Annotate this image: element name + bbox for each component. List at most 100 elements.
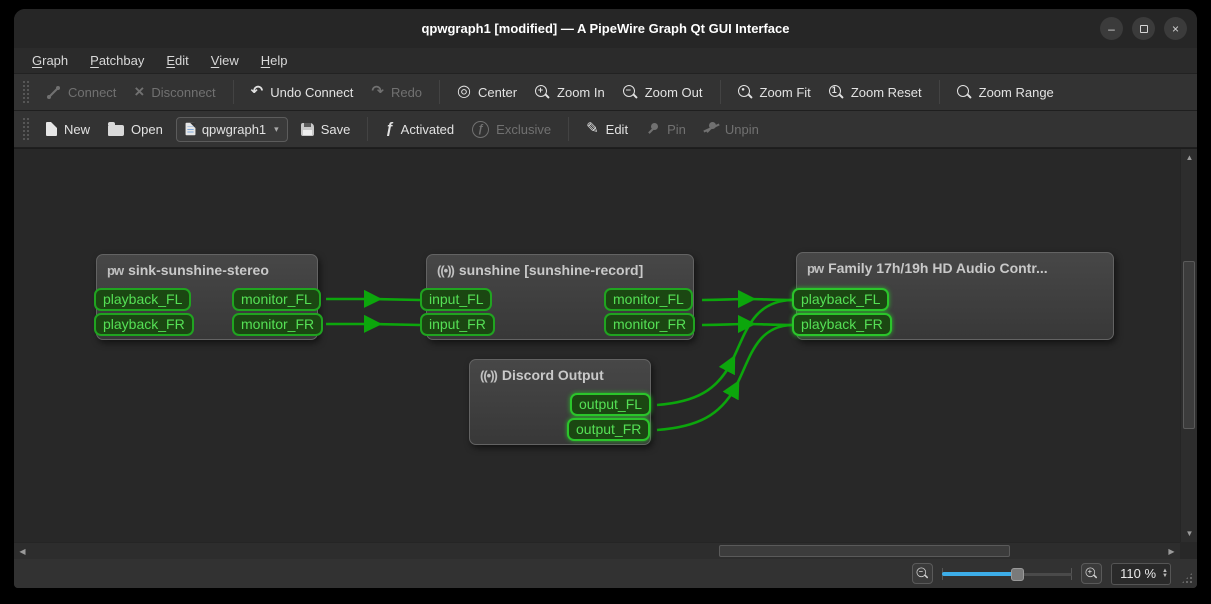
menu-bar: Graph Patchbay Edit View Help (14, 48, 1197, 74)
horizontal-scroll-handle[interactable] (719, 545, 1010, 557)
spinbox-arrows[interactable]: ▲▼ (1162, 569, 1168, 579)
zoom-fit-label: Zoom Fit (760, 85, 811, 100)
app-window: qpwgraph1 [modified] — A PipeWire Graph … (14, 9, 1197, 588)
close-button[interactable]: × (1164, 17, 1187, 40)
node-title: sink-sunshine-stereo (128, 262, 269, 278)
patchbay-file-combo[interactable]: qpwgraph1 ▾ (176, 117, 288, 142)
port-input[interactable]: playback_FR (94, 313, 194, 336)
zoom-out-small-button[interactable]: − (912, 563, 933, 584)
zoom-range-icon (957, 85, 972, 100)
zoom-reset-icon: 1 (829, 85, 844, 100)
port-input[interactable]: input_FR (420, 313, 495, 336)
port-output[interactable]: monitor_FL (604, 288, 693, 311)
port-output[interactable]: output_FL (570, 393, 651, 416)
node-sink-sunshine-stereo[interactable]: pw sink-sunshine-stereo playback_FL play… (96, 254, 318, 340)
activated-button[interactable]: ƒ Activated (376, 116, 463, 143)
port-output[interactable]: monitor_FR (604, 313, 695, 336)
resize-grip[interactable] (1181, 572, 1193, 584)
scroll-up-button[interactable]: ▲ (1181, 149, 1197, 166)
connect-icon (46, 85, 61, 100)
wire-outputFR-playbackFR[interactable] (657, 325, 792, 430)
port-input[interactable]: playback_FL (792, 288, 889, 311)
redo-label: Redo (391, 85, 422, 100)
exclusive-button[interactable]: ƒ Exclusive (463, 115, 560, 144)
redo-button[interactable]: ↷ Redo (362, 79, 431, 106)
open-button[interactable]: Open (99, 116, 172, 143)
zoom-fit-button[interactable]: ● Zoom Fit (729, 79, 820, 106)
node-discord-output[interactable]: ((•)) Discord Output output_FL output_FR (469, 359, 651, 445)
wire-monitorFR-playbackFR[interactable] (702, 324, 792, 325)
patchbay-file-name: qpwgraph1 (202, 122, 266, 137)
port-input[interactable]: playback_FL (94, 288, 191, 311)
zoom-percent-spinbox[interactable]: 110 % ▲▼ (1111, 563, 1171, 585)
connection-wires (14, 149, 1177, 559)
unpin-icon (704, 121, 718, 138)
scroll-right-button[interactable]: ▶ (1163, 543, 1180, 559)
exclusive-label: Exclusive (496, 122, 551, 137)
broadcast-icon: ((•)) (437, 263, 454, 278)
scroll-down-button[interactable]: ▼ (1181, 525, 1197, 542)
zoom-range-button[interactable]: Zoom Range (948, 79, 1063, 106)
node-title-bar: ((•)) Discord Output (470, 360, 650, 387)
zoom-in-icon: + (1086, 568, 1098, 580)
center-icon: ◎ (457, 85, 471, 99)
minimize-button[interactable]: – (1100, 17, 1123, 40)
vertical-scroll-handle[interactable] (1183, 261, 1195, 429)
scroll-left-button[interactable]: ◀ (14, 543, 31, 559)
menu-patchbay[interactable]: Patchbay (80, 50, 154, 71)
slider-handle[interactable] (1011, 568, 1024, 581)
zoom-in-small-button[interactable]: + (1081, 563, 1102, 584)
zoom-reset-button[interactable]: 1 Zoom Reset (820, 79, 931, 106)
title-bar[interactable]: qpwgraph1 [modified] — A PipeWire Graph … (14, 9, 1197, 48)
zoom-percent-value: 110 % (1120, 566, 1156, 581)
wire-monitorFL-inputFL[interactable] (326, 299, 420, 300)
unpin-label: Unpin (725, 122, 759, 137)
node-title-bar: pw sink-sunshine-stereo (97, 255, 317, 282)
new-file-icon (46, 122, 57, 136)
menu-view[interactable]: View (201, 50, 249, 71)
vertical-scrollbar[interactable]: ▲ ▼ (1180, 149, 1197, 542)
port-output[interactable]: monitor_FR (232, 313, 323, 336)
node-family-hd-audio[interactable]: pw Family 17h/19h HD Audio Contr... play… (796, 252, 1114, 340)
horizontal-scrollbar[interactable]: ◀ ▶ (14, 542, 1180, 559)
undo-connect-label: Undo Connect (270, 85, 353, 100)
save-button[interactable]: Save (292, 116, 360, 143)
menu-graph[interactable]: Graph (22, 50, 78, 71)
zoom-range-label: Zoom Range (979, 85, 1054, 100)
disconnect-button[interactable]: × Disconnect (125, 79, 224, 106)
center-button[interactable]: ◎ Center (448, 79, 526, 106)
edit-button[interactable]: ✎ Edit (577, 116, 637, 143)
undo-connect-button[interactable]: ↶ Undo Connect (242, 79, 363, 106)
toolbar-drag-handle[interactable] (22, 80, 29, 104)
open-folder-icon (108, 125, 124, 136)
activated-label: Activated (401, 122, 454, 137)
zoom-out-button[interactable]: − Zoom Out (614, 79, 712, 106)
toolbar-main: Connect × Disconnect ↶ Undo Connect ↷ Re… (14, 74, 1197, 111)
pin-button[interactable]: Pin (637, 116, 695, 143)
port-input[interactable]: input_FL (420, 288, 492, 311)
wire-monitorFR-inputFR[interactable] (326, 324, 420, 325)
zoom-out-icon: − (623, 85, 638, 100)
node-title-bar: ((•)) sunshine [sunshine-record] (427, 255, 693, 282)
zoom-in-button[interactable]: + Zoom In (526, 79, 614, 106)
toolbar-separator (233, 80, 234, 104)
zoom-slider[interactable] (942, 566, 1072, 582)
menu-edit[interactable]: Edit (156, 50, 198, 71)
toolbar-separator (439, 80, 440, 104)
port-output[interactable]: output_FR (567, 418, 650, 441)
wire-monitorFL-playbackFL[interactable] (702, 299, 792, 300)
unpin-button[interactable]: Unpin (695, 115, 768, 144)
connect-button[interactable]: Connect (37, 79, 125, 106)
maximize-button[interactable] (1132, 17, 1155, 40)
menu-help[interactable]: Help (251, 50, 298, 71)
broadcast-icon: ((•)) (480, 368, 497, 383)
new-button[interactable]: New (37, 116, 99, 143)
port-input[interactable]: playback_FR (792, 313, 892, 336)
undo-icon: ↶ (251, 85, 264, 99)
node-sunshine[interactable]: ((•)) sunshine [sunshine-record] input_F… (426, 254, 694, 340)
node-title-bar: pw Family 17h/19h HD Audio Contr... (797, 253, 1113, 280)
port-output[interactable]: monitor_FL (232, 288, 321, 311)
toolbar-drag-handle[interactable] (22, 117, 29, 141)
graph-canvas[interactable]: pw sink-sunshine-stereo playback_FL play… (14, 148, 1197, 559)
toolbar-separator (720, 80, 721, 104)
